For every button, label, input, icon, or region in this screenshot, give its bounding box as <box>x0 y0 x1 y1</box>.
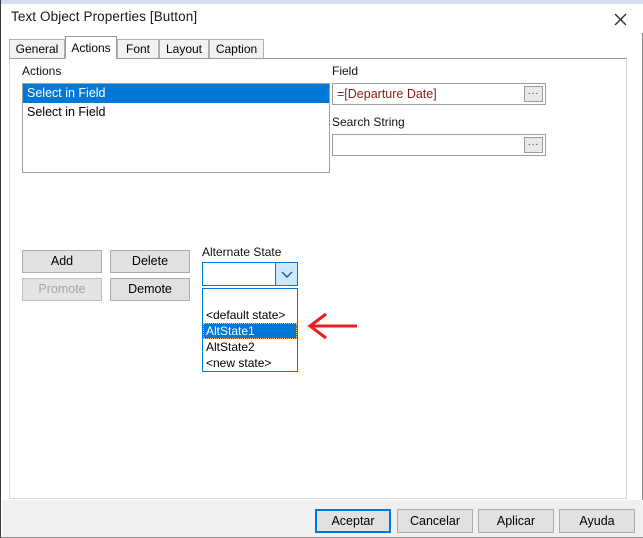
dropdown-item-altstate1[interactable]: AltState1 <box>203 323 297 339</box>
delete-button[interactable]: Delete <box>110 250 190 273</box>
accept-button[interactable]: Aceptar <box>315 509 391 533</box>
dropdown-item-label: AltState1 <box>206 324 255 338</box>
apply-button[interactable]: Aplicar <box>478 509 554 533</box>
dropdown-item-blank[interactable] <box>203 289 297 307</box>
cancel-button[interactable]: Cancelar <box>397 509 473 533</box>
field-input[interactable]: =[Departure Date] ... <box>332 83 546 105</box>
list-item[interactable]: Select in Field <box>23 103 329 122</box>
actions-tab-panel: Actions Select in Field Select in Field … <box>9 58 627 499</box>
tab-caption-label: Caption <box>215 42 258 56</box>
search-string-label: Search String <box>332 115 405 129</box>
tab-layout-label: Layout <box>165 42 203 56</box>
dialog-footer: Aceptar Cancelar Aplicar Ayuda <box>2 500 643 537</box>
action-item-label: Select in Field <box>27 86 106 100</box>
tab-strip: General Actions Font Layout Caption <box>9 36 629 59</box>
demote-button[interactable]: Demote <box>110 278 190 301</box>
annotation-arrow-left-icon <box>302 311 360 341</box>
dropdown-item-default-state[interactable]: <default state> <box>203 307 297 323</box>
search-string-browse-button[interactable]: ... <box>524 137 543 153</box>
alternate-state-combobox[interactable] <box>202 262 298 286</box>
dropdown-item-label: AltState2 <box>206 340 255 354</box>
tab-general-label: General <box>15 42 59 56</box>
list-item[interactable]: Select in Field <box>23 84 329 103</box>
help-button[interactable]: Ayuda <box>559 509 635 533</box>
chevron-down-icon[interactable] <box>275 263 297 285</box>
dropdown-item-new-state[interactable]: <new state> <box>203 355 297 371</box>
tab-layout[interactable]: Layout <box>159 39 209 59</box>
field-browse-button[interactable]: ... <box>524 86 543 102</box>
tab-caption[interactable]: Caption <box>209 39 264 59</box>
alternate-state-dropdown-list[interactable]: <default state> AltState1 AltState2 <new… <box>202 288 298 372</box>
alternate-state-label: Alternate State <box>202 245 282 259</box>
close-button[interactable] <box>599 4 643 33</box>
dialog-title: Text Object Properties [Button] <box>11 9 198 24</box>
field-value: =[Departure Date] <box>337 87 437 101</box>
action-item-label: Select in Field <box>27 105 106 119</box>
promote-button: Promote <box>22 278 102 301</box>
field-label: Field <box>332 64 359 78</box>
tab-font[interactable]: Font <box>117 39 159 59</box>
text-object-properties-dialog: Text Object Properties [Button] General … <box>0 0 643 538</box>
tab-general[interactable]: General <box>9 39 65 59</box>
dialog-titlebar: Text Object Properties [Button] <box>1 4 643 33</box>
tab-font-label: Font <box>125 42 150 56</box>
tab-actions[interactable]: Actions <box>65 36 117 59</box>
tab-actions-label: Actions <box>71 41 111 55</box>
dropdown-item-label: <default state> <box>206 308 286 322</box>
dropdown-item-label: <new state> <box>206 356 272 370</box>
dropdown-item-altstate2[interactable]: AltState2 <box>203 339 297 355</box>
actions-listbox[interactable]: Select in Field Select in Field <box>22 83 330 173</box>
search-string-input[interactable]: ... <box>332 134 546 156</box>
add-button[interactable]: Add <box>22 250 102 273</box>
actions-list-label: Actions <box>22 64 62 78</box>
